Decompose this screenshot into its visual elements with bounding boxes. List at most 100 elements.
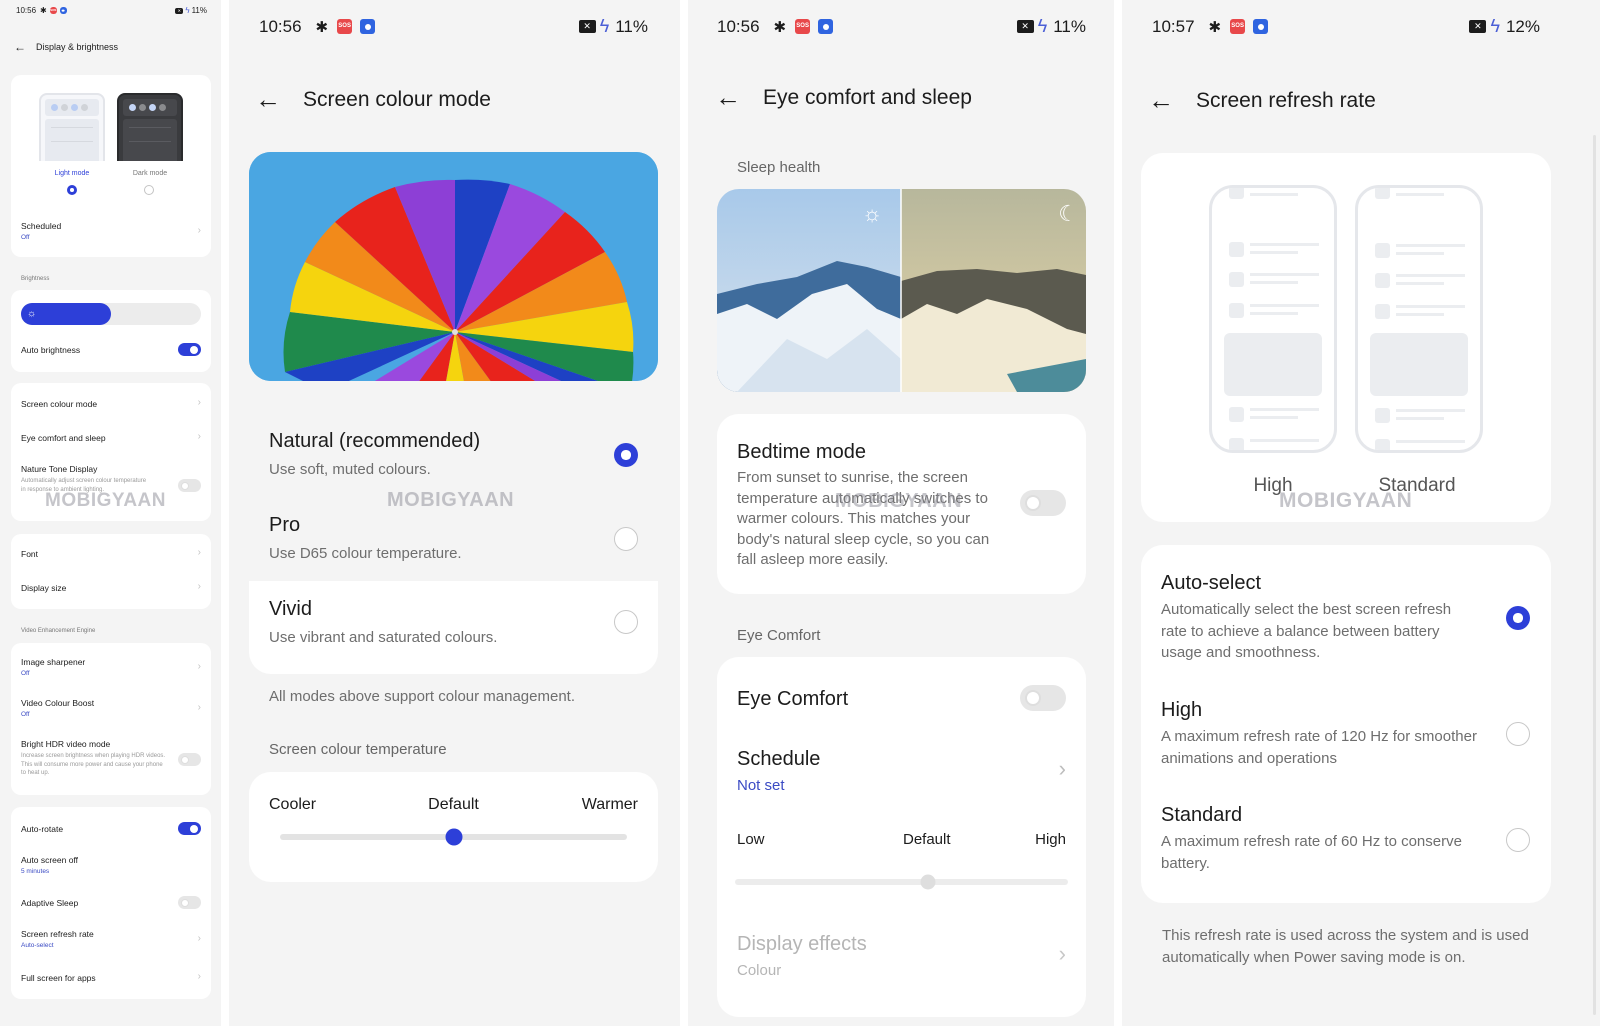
colour-option-vivid[interactable]: Vivid Use vibrant and saturated colours. (269, 598, 497, 649)
font-row[interactable]: Font › (21, 547, 201, 559)
warmer-label: Warmer (581, 796, 638, 813)
image-sharpener-row[interactable]: Image sharpener Off › (21, 657, 201, 677)
video-card: Image sharpener Off › Video Colour Boost… (11, 643, 211, 795)
option-title: Vivid (269, 598, 312, 620)
colour-management-note: All modes above support colour managemen… (269, 688, 576, 705)
status-bar: 10:56 ✱ SOS ✕ ϟ 11% (688, 16, 1114, 37)
chevron-right-icon: › (197, 661, 201, 672)
scheduled-title: Scheduled (21, 221, 62, 231)
refresh-rate-note: This refresh rate is used across the sys… (1162, 927, 1529, 966)
display-effects-row[interactable]: Display effects Colour › (737, 933, 1066, 979)
auto-brightness-row: Auto brightness (21, 343, 201, 356)
back-arrow-icon[interactable]: ← (14, 40, 26, 54)
auto-select-radio[interactable] (1506, 606, 1530, 630)
option-desc: A maximum refresh rate of 60 Hz to conse… (1161, 833, 1462, 872)
page-header: ← Display & brightness (14, 40, 118, 54)
watermark: MOBIGYAAN (387, 489, 515, 511)
gear-icon: ✱ (40, 6, 47, 15)
scrollbar[interactable] (1593, 135, 1596, 1015)
option-title: Natural (recommended) (269, 430, 481, 452)
pro-radio[interactable] (614, 527, 638, 551)
light-mode-preview[interactable] (39, 93, 105, 161)
full-screen-apps-row[interactable]: Full screen for apps › (21, 971, 201, 983)
dark-mode-preview[interactable] (117, 93, 183, 161)
slider-thumb[interactable] (920, 874, 936, 890)
auto-screen-off-row[interactable]: Auto screen off 5 minutes (21, 855, 201, 875)
page-title: Eye comfort and sleep (763, 85, 972, 109)
back-arrow-icon[interactable]: ← (715, 82, 741, 113)
gear-icon: ✱ (773, 18, 787, 36)
day-night-comparison-image: ☼ ☾ (717, 189, 1086, 392)
brightness-slider[interactable]: ☼ (21, 303, 201, 325)
colour-temperature-slider[interactable] (280, 828, 627, 846)
auto-screen-off-value: 5 minutes (21, 868, 50, 875)
status-bar: 10:56 ✱ SOS ✕ ϟ 11% (229, 16, 680, 37)
scheduled-row[interactable]: Scheduled Off › (21, 221, 201, 241)
vivid-card: Vivid Use vibrant and saturated colours. (249, 581, 658, 674)
app-icon (59, 7, 67, 14)
option-desc: Use D65 colour temperature. (269, 545, 462, 562)
back-arrow-icon[interactable]: ← (1148, 85, 1174, 116)
schedule-value: Not set (737, 777, 785, 794)
eye-comfort-intensity-slider[interactable] (735, 874, 1068, 890)
high-label: High (1035, 831, 1066, 848)
eye-comfort-row[interactable]: Eye comfort and sleep › (21, 431, 201, 443)
adaptive-sleep-row: Adaptive Sleep (21, 896, 201, 909)
display-size-title: Display size (21, 583, 67, 593)
dark-mode-radio[interactable] (144, 185, 154, 195)
bright-hdr-toggle[interactable] (178, 753, 201, 766)
refresh-option-high[interactable]: High A maximum refresh rate of 120 Hz fo… (1161, 699, 1481, 769)
bedtime-toggle[interactable] (1020, 490, 1066, 516)
auto-rotate-row: Auto-rotate (21, 822, 201, 835)
chevron-right-icon: › (197, 397, 201, 408)
moon-icon: ☾ (1058, 201, 1078, 226)
standard-illustration-label: Standard (1378, 475, 1456, 496)
schedule-row[interactable]: Schedule Not set › (737, 748, 1066, 794)
auto-brightness-label: Auto brightness (21, 345, 81, 355)
app-icon (360, 19, 376, 34)
adaptive-sleep-toggle[interactable] (178, 896, 201, 909)
video-colour-boost-row[interactable]: Video Colour Boost Off › (21, 698, 201, 718)
screen-refresh-rate-row[interactable]: Screen refresh rate Auto-select › (21, 929, 201, 949)
battery-percent: 11% (191, 6, 207, 15)
nature-tone-title: Nature Tone Display (21, 464, 98, 474)
schedule-title: Schedule (737, 748, 821, 770)
high-radio[interactable] (1506, 722, 1530, 746)
bright-hdr-row: Bright HDR video mode Increase screen br… (21, 739, 201, 778)
eye-comfort-toggle[interactable] (1020, 685, 1066, 711)
theme-card: Light mode Dark mode Scheduled Off › (11, 75, 211, 257)
nature-tone-toggle[interactable] (178, 479, 201, 492)
status-time: 10:57 (1152, 16, 1195, 36)
display-size-row[interactable]: Display size › (21, 581, 201, 593)
auto-rotate-toggle[interactable] (178, 822, 201, 835)
refresh-illustration-card: High Standard MOBIGYAAN (1141, 153, 1551, 522)
option-desc: Use soft, muted colours. (269, 461, 431, 478)
colour-settings-card: Screen colour mode › Eye comfort and sle… (11, 383, 211, 521)
charging-bolt-icon: ϟ (1490, 16, 1500, 36)
status-bar: 10:56 ✱ SOS ✕ ϟ 11% (0, 6, 221, 15)
natural-radio[interactable] (614, 443, 638, 467)
option-title: Pro (269, 514, 301, 536)
colour-option-pro[interactable]: Pro Use D65 colour temperature. (269, 514, 462, 565)
font-size-card: Font › Display size › (11, 534, 211, 609)
light-mode-radio[interactable] (67, 185, 77, 195)
vivid-radio[interactable] (614, 610, 638, 634)
no-sim-icon: ✕ (1016, 20, 1034, 33)
back-arrow-icon[interactable]: ← (255, 84, 281, 115)
brightness-card: ☼ Auto brightness (11, 290, 211, 372)
page-title: Screen colour mode (303, 87, 491, 111)
colour-option-natural[interactable]: Natural (recommended) Use soft, muted co… (269, 430, 480, 481)
auto-brightness-toggle[interactable] (178, 343, 201, 356)
standard-radio[interactable] (1506, 828, 1530, 852)
colour-temperature-section-label: Screen colour temperature (269, 741, 447, 758)
adaptive-sleep-title: Adaptive Sleep (21, 898, 79, 908)
nature-tone-desc: Automatically adjust screen colour tempe… (21, 478, 147, 493)
refresh-option-auto-select[interactable]: Auto-select Automatically select the bes… (1161, 572, 1481, 664)
auto-rotate-title: Auto-rotate (21, 824, 64, 834)
refresh-option-standard[interactable]: Standard A maximum refresh rate of 60 Hz… (1161, 804, 1491, 874)
status-time: 10:56 (717, 16, 760, 36)
auto-screen-off-title: Auto screen off (21, 855, 79, 865)
screen-colour-mode-row[interactable]: Screen colour mode › (21, 397, 201, 409)
option-desc: Automatically select the best screen ref… (1161, 601, 1452, 661)
slider-thumb[interactable] (445, 828, 462, 846)
